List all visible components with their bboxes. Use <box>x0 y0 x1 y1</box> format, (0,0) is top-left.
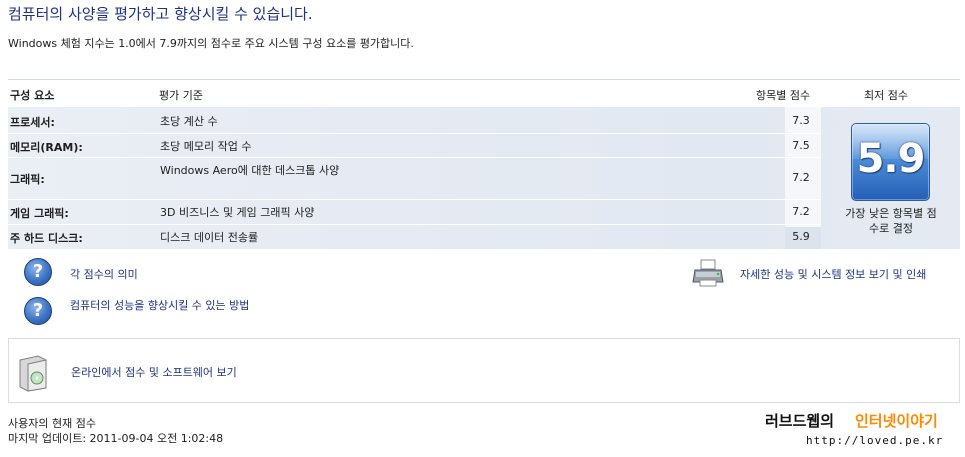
subscore-value: 7.2 <box>792 171 810 184</box>
col-header-basescore: 최저 점수 <box>864 89 908 102</box>
online-scores-link[interactable]: 온라인에서 점수 및 소프트웨어 보기 <box>71 364 237 380</box>
online-section: 온라인에서 점수 및 소프트웨어 보기 <box>8 338 960 403</box>
criteria-text: Windows Aero에 대한 데스크톱 사양 <box>160 164 340 177</box>
improve-performance-link[interactable]: 컴퓨터의 성능을 향상시킬 수 있는 방법 <box>70 297 249 313</box>
col-header-criteria: 평가 기준 <box>159 89 203 102</box>
help-question-icon[interactable]: ? <box>24 258 52 286</box>
component-label: 그래픽: <box>10 173 45 186</box>
subscore-value: 7.2 <box>792 205 810 218</box>
watermark-url: http://loved.pe.kr <box>806 434 944 447</box>
component-label: 게임 그래픽: <box>10 207 69 220</box>
row-divider <box>8 224 821 225</box>
criteria-text: 초당 계산 수 <box>160 115 218 128</box>
page-subtitle: Windows 체험 지수는 1.0에서 7.9까지의 점수로 주요 시스템 구… <box>8 37 414 50</box>
row-divider <box>8 199 821 200</box>
row-divider <box>8 157 821 158</box>
page-title: 컴퓨터의 사양을 평가하고 향상시킬 수 있습니다. <box>8 5 313 23</box>
subscore-value: 5.9 <box>792 230 810 243</box>
help-question-icon[interactable]: ? <box>24 297 52 325</box>
component-label: 주 하드 디스크: <box>10 232 83 245</box>
watermark-part1: 러브드웹의 <box>765 412 835 430</box>
col-header-subscore: 항목별 점수 <box>756 89 811 102</box>
header-divider <box>8 79 960 80</box>
row-divider <box>8 133 821 134</box>
watermark-part2: 인터넷이야기 <box>855 412 938 430</box>
col-header-component: 구성 요소 <box>10 89 55 102</box>
base-score-caption: 가장 낮은 항목별 점수로 결정 <box>845 207 937 235</box>
score-meaning-link[interactable]: 각 점수의 의미 <box>70 266 138 282</box>
software-box-icon <box>19 355 47 392</box>
last-update: 마지막 업데이트: 2011-09-04 오전 1:02:48 <box>8 432 224 445</box>
component-label: 메모리(RAM): <box>10 141 83 154</box>
printer-icon[interactable] <box>692 258 724 288</box>
subscore-value: 7.3 <box>792 114 810 127</box>
base-score-tile: 5.9 <box>851 123 930 201</box>
subscore-value: 7.5 <box>792 139 810 152</box>
base-score-value: 5.9 <box>856 136 926 182</box>
component-label: 프로세서: <box>10 116 55 129</box>
criteria-text: 초당 메모리 작업 수 <box>160 140 252 153</box>
details-print-link[interactable]: 자세한 성능 및 시스템 정보 보기 및 인쇄 <box>740 266 926 282</box>
criteria-text: 디스크 데이터 전송률 <box>160 231 259 244</box>
criteria-text: 3D 비즈니스 및 게임 그래픽 사양 <box>160 206 315 219</box>
current-score-label: 사용자의 현재 점수 <box>8 417 96 430</box>
